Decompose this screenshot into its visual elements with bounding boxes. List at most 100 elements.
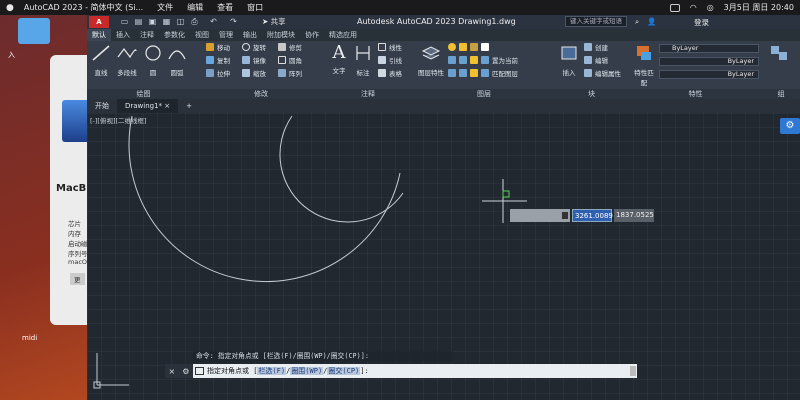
user-icon[interactable]: 👤 <box>647 17 656 27</box>
command-option-cpolygon[interactable]: 圈交(CP) <box>327 367 361 375</box>
polyline-button[interactable]: 多段线 <box>114 43 140 77</box>
trim-button[interactable]: 修剪 <box>278 43 302 53</box>
coordinate-y-input[interactable]: 1837.0525 <box>614 209 654 222</box>
color-select[interactable]: ByLayer <box>659 44 759 53</box>
annotation-panel-title[interactable]: 注释 <box>322 89 414 99</box>
array-icon <box>278 69 286 77</box>
close-command-icon[interactable]: × <box>169 367 176 376</box>
tab-output[interactable]: 输出 <box>238 29 262 41</box>
tab-insert[interactable]: 插入 <box>111 29 135 41</box>
block-panel-title[interactable]: 块 <box>554 89 629 99</box>
tab-start[interactable]: 开始 <box>87 99 117 113</box>
edit-attributes-button[interactable]: 编辑属性 <box>584 69 621 79</box>
menu-file[interactable]: 文件 <box>157 2 173 13</box>
tab-drawing1[interactable]: Drawing1* × <box>117 99 179 113</box>
circle-label: 圆 <box>149 69 157 77</box>
command-suffix: ]: <box>360 367 369 375</box>
menubar-datetime[interactable]: 3月5日 周日 20:40 <box>724 2 794 13</box>
search-icon[interactable]: ⌕ <box>635 17 639 27</box>
draw-panel-title[interactable]: 绘图 <box>87 89 200 99</box>
stretch-button[interactable]: 拉伸 <box>206 69 230 79</box>
autocad-logo[interactable]: A CAD <box>89 16 109 38</box>
tab-default[interactable]: 默认 <box>87 29 111 41</box>
menu-view[interactable]: 查看 <box>217 2 233 13</box>
group-button[interactable] <box>768 43 790 67</box>
scale-button[interactable]: 缩放 <box>242 69 266 79</box>
text-button[interactable]: A 文字 <box>328 43 350 76</box>
fillet-button[interactable]: 圆角 <box>278 56 302 66</box>
save-icon[interactable]: ▣ <box>148 17 157 26</box>
coordinate-x-input[interactable]: 3261.0089 <box>572 209 613 222</box>
mirror-button[interactable]: 镜像 <box>242 56 266 66</box>
set-current-label[interactable]: 置为当前 <box>492 57 518 65</box>
undo-icon[interactable]: ↶ <box>209 17 218 26</box>
navigation-bar-icon[interactable]: ⚙ <box>780 118 800 134</box>
redo-icon[interactable]: ↷ <box>229 17 238 26</box>
wifi-icon[interactable]: ◠ <box>690 3 697 12</box>
array-button[interactable]: 阵列 <box>278 69 302 79</box>
tab-annotate[interactable]: 注释 <box>135 29 159 41</box>
lineweight-select[interactable]: ByLayer <box>659 70 759 79</box>
line-button[interactable]: 直线 <box>90 43 112 77</box>
fillet-label: 圆角 <box>289 57 302 65</box>
layer-tools-row-2[interactable]: 匹配图层 <box>448 69 518 79</box>
command-option-wpolygon[interactable]: 圈围(WP) <box>290 367 324 375</box>
tab-parametric[interactable]: 参数化 <box>159 29 190 41</box>
tab-featured-apps[interactable]: 精选应用 <box>324 29 362 41</box>
command-option-fence[interactable]: 栏选(F) <box>257 367 287 375</box>
circle-button[interactable]: 圆 <box>142 43 164 77</box>
web-icon[interactable]: ◫ <box>176 17 185 26</box>
command-line-input[interactable]: 指定对角点或 [栏选(F)/圈围(WP)/圈交(CP)]: <box>193 364 637 378</box>
modify-panel-title[interactable]: 修改 <box>200 89 322 99</box>
autocad-titlebar: A CAD ▭ ▤ ▣ ▦ ◫ ⎙ ↶ ↷ ➤ 共享 Autodesk Auto… <box>87 15 800 38</box>
print-icon[interactable]: ⎙ <box>190 17 199 26</box>
color-swatch-icon <box>481 43 489 51</box>
more-info-button[interactable]: 更 <box>70 273 85 285</box>
match-layer-label[interactable]: 匹配图层 <box>492 70 518 78</box>
leader-label: 引线 <box>389 57 402 65</box>
linear-button[interactable]: 线性 <box>378 43 402 53</box>
share-button[interactable]: ➤ 共享 <box>262 16 286 27</box>
block-panel: 插入 创建 编辑 编辑属性 块 <box>554 41 629 99</box>
leader-button[interactable]: 引线 <box>378 56 402 66</box>
file-label[interactable]: midi <box>22 334 37 342</box>
control-center-icon[interactable]: ◎ <box>707 3 714 12</box>
new-tab-button[interactable]: + <box>178 99 200 113</box>
layer-properties-button[interactable]: 图层特性 <box>418 43 444 77</box>
folder-icon[interactable] <box>18 18 50 44</box>
tab-addins[interactable]: 附加模块 <box>262 29 300 41</box>
new-file-icon[interactable]: ▭ <box>120 17 129 26</box>
group-panel-title[interactable]: 组 <box>762 89 800 99</box>
close-tab-icon[interactable]: × <box>164 102 170 110</box>
battery-icon[interactable] <box>669 3 680 12</box>
layer-state-icons[interactable] <box>448 43 492 53</box>
insert-block-button[interactable]: 插入 <box>558 43 580 77</box>
linetype-select[interactable]: ByLayer <box>659 57 759 66</box>
menubar-app-name[interactable]: AutoCAD 2023 - 简体中文 (Si... <box>24 2 143 13</box>
tab-collaborate[interactable]: 协作 <box>300 29 324 41</box>
sign-in-link[interactable]: 登录 <box>694 17 709 28</box>
tab-view[interactable]: 视图 <box>190 29 214 41</box>
dynamic-input[interactable]: 3261.0089 1837.0525 <box>510 209 655 222</box>
create-block-button[interactable]: 创建 <box>584 43 608 53</box>
rotate-button[interactable]: 旋转 <box>242 43 266 53</box>
arc-button[interactable]: 圆弧 <box>166 43 188 77</box>
command-scroll-button[interactable] <box>630 366 636 376</box>
customize-icon[interactable]: ⚙ <box>182 367 189 376</box>
dimension-button[interactable]: 标注 <box>352 43 374 77</box>
menu-edit[interactable]: 编辑 <box>187 2 203 13</box>
menu-window[interactable]: 窗口 <box>247 2 263 13</box>
save-as-icon[interactable]: ▦ <box>162 17 171 26</box>
copy-button[interactable]: 复制 <box>206 56 230 66</box>
move-button[interactable]: 移动 <box>206 43 230 53</box>
apple-icon[interactable]: ● <box>6 3 14 13</box>
tab-manage[interactable]: 管理 <box>214 29 238 41</box>
table-button[interactable]: 表格 <box>378 69 402 79</box>
layer-tools-row[interactable]: 置为当前 <box>448 56 518 66</box>
edit-block-button[interactable]: 编辑 <box>584 56 608 66</box>
properties-panel-title[interactable]: 特性 <box>629 89 762 99</box>
open-file-icon[interactable]: ▤ <box>134 17 143 26</box>
search-input[interactable]: 键入关键字或短语 <box>565 16 627 27</box>
match-properties-button[interactable]: 特性匹配 <box>633 43 655 87</box>
layers-panel-title[interactable]: 图层 <box>414 89 554 99</box>
